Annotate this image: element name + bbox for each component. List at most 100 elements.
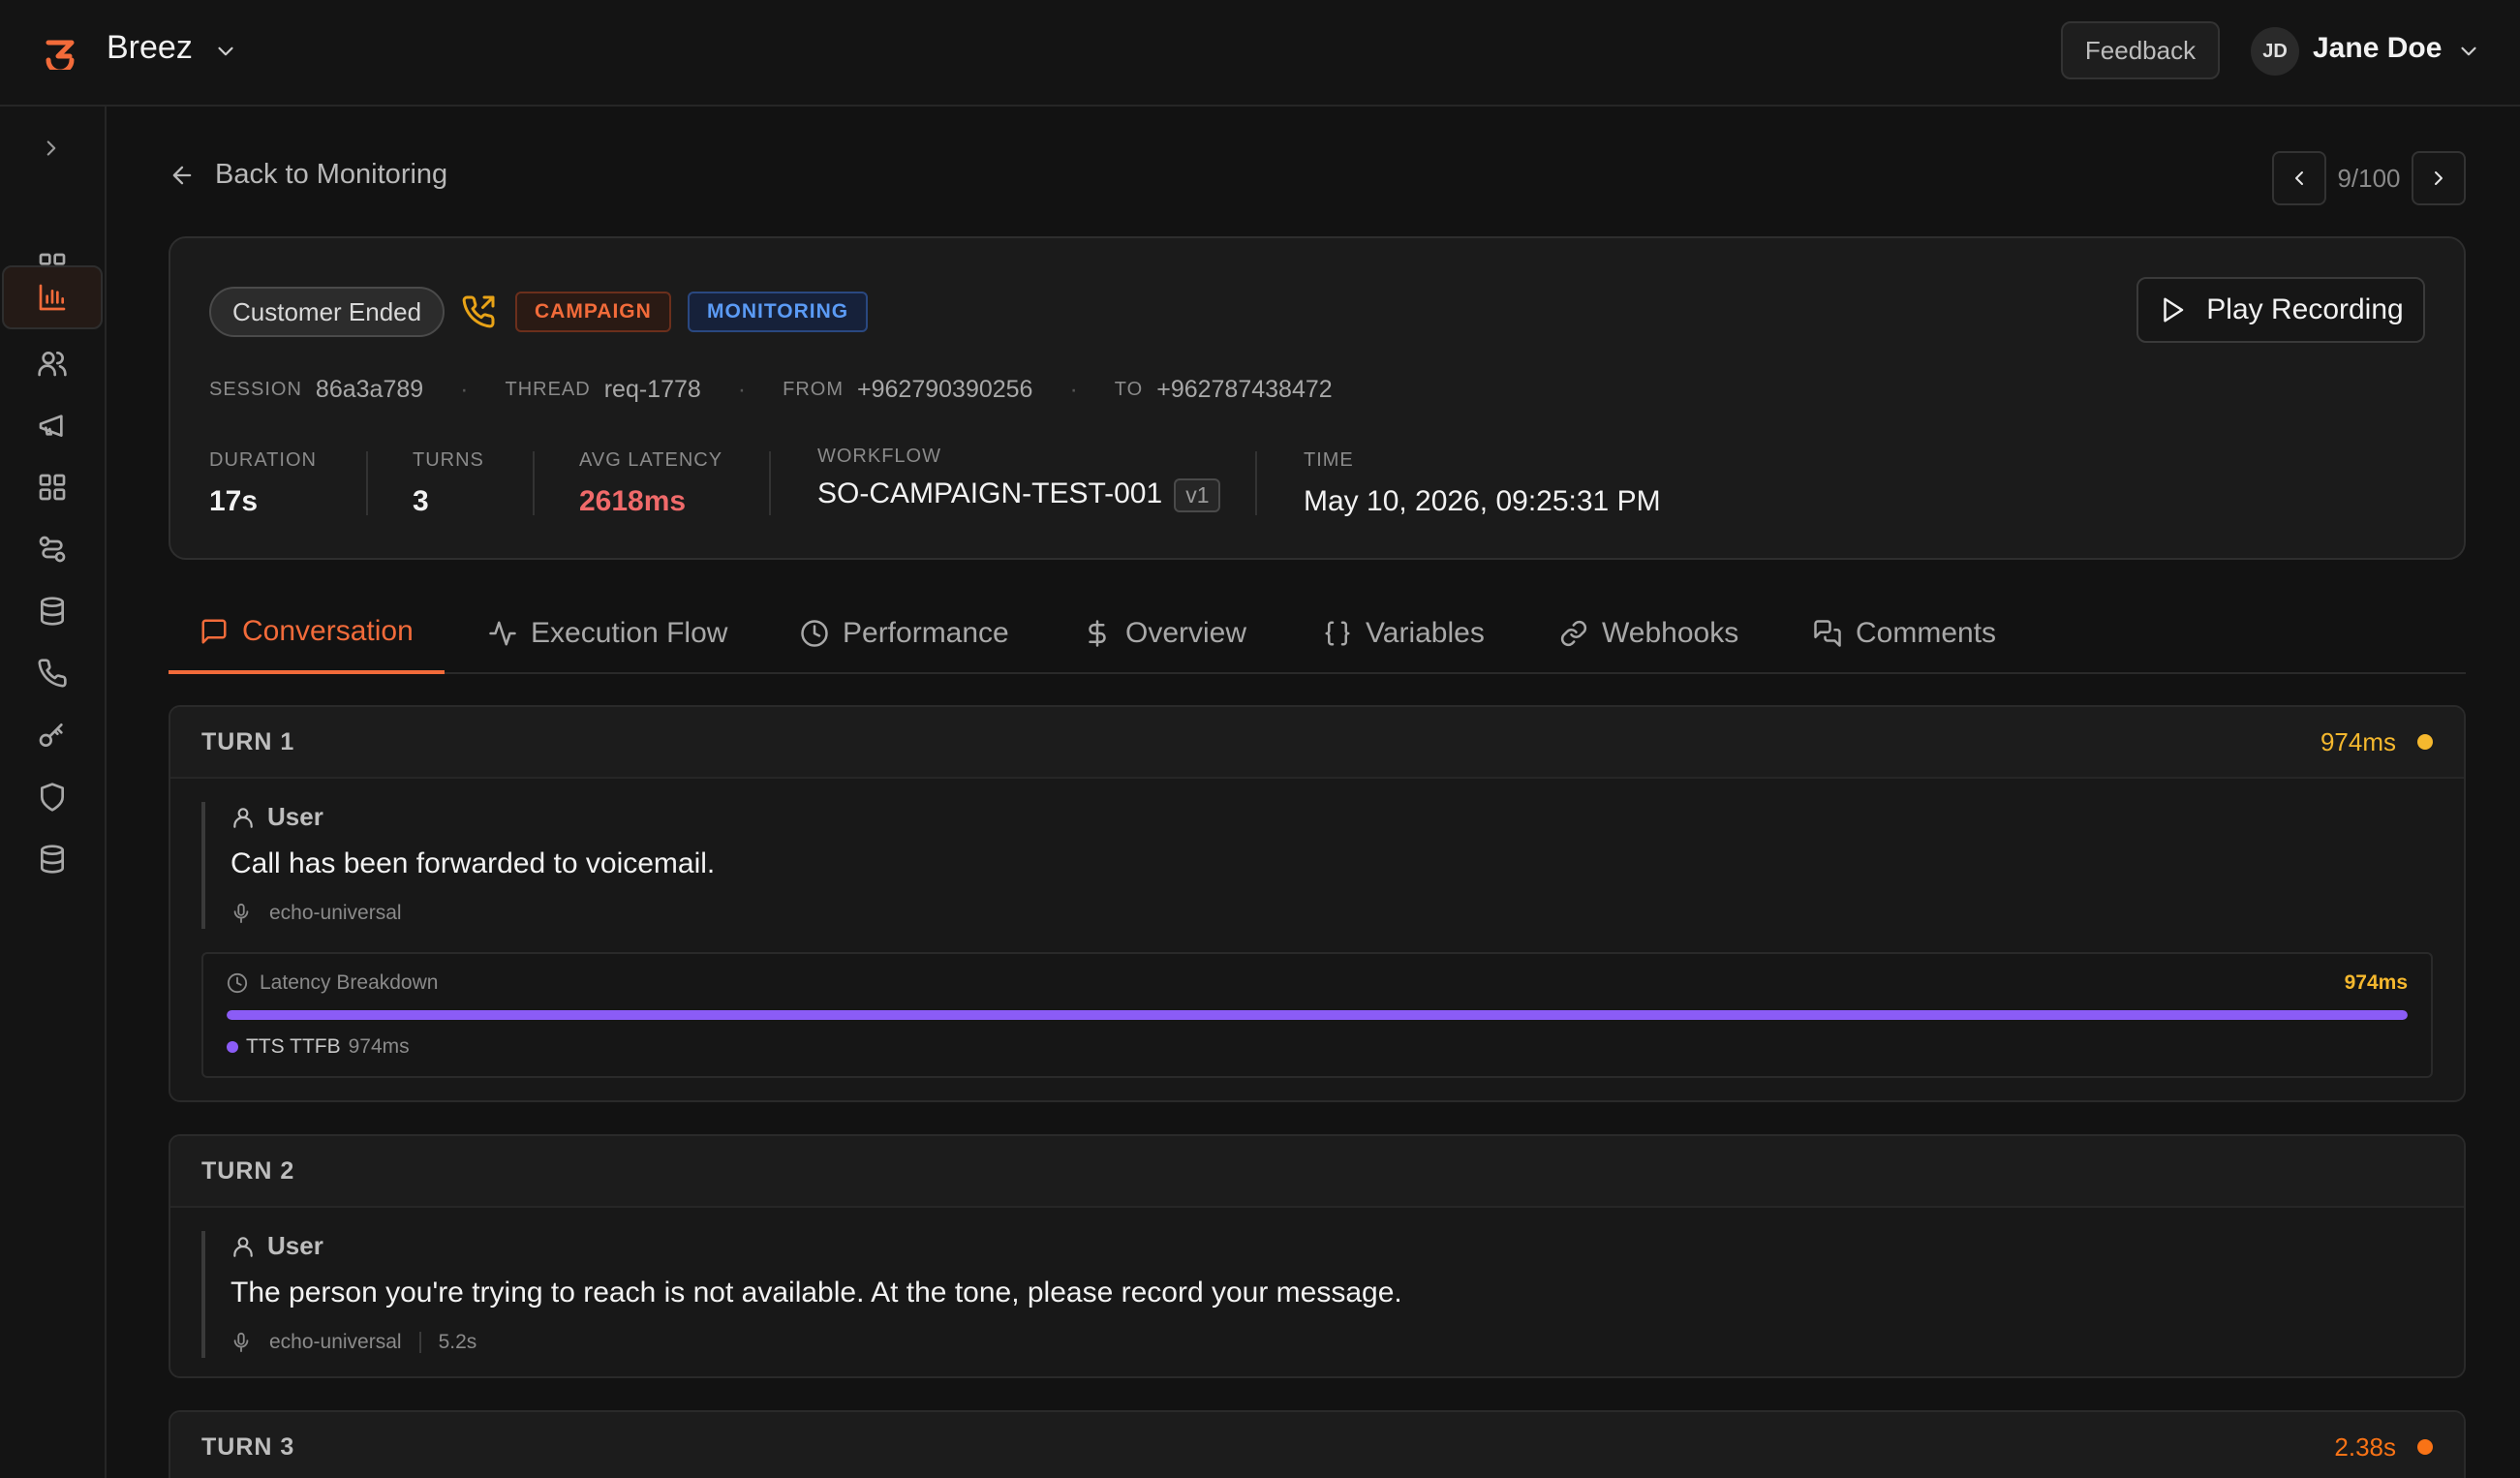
stat-divider <box>1255 451 1257 515</box>
turn-latency: 2.38s <box>2334 1432 2433 1463</box>
message-text: The person you're trying to reach is not… <box>230 1277 1402 1309</box>
message-meta: echo-universal 5.2s <box>230 1331 2464 1358</box>
legend-name: TTS TTFB <box>246 1035 341 1058</box>
previous-button[interactable] <box>2272 151 2326 205</box>
session-ids-row: SESSION 86a3a789 · THREAD req-1778 · FRO… <box>209 376 1333 404</box>
message-icon <box>201 619 227 644</box>
users-icon <box>38 352 67 377</box>
session-id[interactable]: 86a3a789 <box>316 376 423 404</box>
workflow-name[interactable]: SO-CAMPAIGN-TEST-001 <box>817 477 1162 509</box>
sidebar-item-security[interactable] <box>2 765 103 829</box>
tab-overview[interactable]: Overview <box>1083 593 1246 674</box>
from-key: FROM <box>783 379 845 400</box>
turn-header[interactable]: TURN 2 <box>170 1136 2464 1208</box>
chevron-down-icon[interactable] <box>213 39 238 64</box>
tab-performance[interactable]: Performance <box>800 593 1009 674</box>
turn-latency-value: 974ms <box>2320 726 2396 756</box>
sidebar-item-users[interactable] <box>2 331 103 395</box>
tab-label: Variables <box>1366 617 1485 649</box>
message-block: User The person you're trying to reach i… <box>201 1231 2464 1358</box>
latency-bar <box>227 1010 2408 1020</box>
latency-breakdown-total: 974ms <box>2344 971 2408 994</box>
expand-sidebar-icon[interactable] <box>39 136 64 161</box>
campaign-tag: CAMPAIGN <box>515 292 671 332</box>
sidebar-item-campaigns[interactable] <box>2 393 103 457</box>
turn-title: TURN 1 <box>201 727 295 755</box>
avg-latency-value: 2618ms <box>579 485 687 517</box>
next-button[interactable] <box>2412 151 2466 205</box>
outgoing-call-icon <box>461 294 496 329</box>
dollar-icon <box>1089 620 1106 647</box>
tab-comments[interactable]: Comments <box>1813 593 1996 674</box>
monitoring-tag: MONITORING <box>688 292 869 332</box>
to-number[interactable]: +962787438472 <box>1156 376 1332 404</box>
message-duration: 5.2s <box>438 1331 477 1353</box>
message-role: User <box>230 1231 2464 1261</box>
workflow-label: WORKFLOW <box>817 446 941 467</box>
pager: 9/100 <box>2272 151 2466 205</box>
user-icon <box>233 1236 253 1257</box>
braces-icon <box>1325 621 1350 646</box>
avatar[interactable]: JD <box>2251 27 2299 76</box>
link-icon <box>1560 620 1587 647</box>
sidebar-item-analytics[interactable] <box>2 265 103 329</box>
thread-key: THREAD <box>505 379 591 400</box>
top-bar: Breez Feedback JD Jane Doe <box>0 0 2520 107</box>
workspace-name[interactable]: Breez <box>107 29 193 67</box>
legend-value: 974ms <box>348 1035 410 1058</box>
sidebar-item-api-keys[interactable] <box>2 703 103 767</box>
tab-execution-flow[interactable]: Execution Flow <box>488 593 727 674</box>
tab-label: Comments <box>1856 617 1997 649</box>
tab-webhooks[interactable]: Webhooks <box>1559 593 1738 674</box>
role-label: User <box>267 1231 323 1260</box>
avg-latency-label: AVG LATENCY <box>579 449 723 471</box>
turns-stat: TURNS 3 <box>413 449 484 518</box>
turn-header[interactable]: TURN 1 974ms <box>170 707 2464 779</box>
turn-header[interactable]: TURN 3 2.38s <box>170 1412 2464 1478</box>
apps-icon <box>39 474 66 501</box>
duration-label: DURATION <box>209 449 317 471</box>
user-icon <box>233 807 253 828</box>
activity-icon <box>489 621 516 646</box>
detail-tabs: Conversation Execution Flow Performance … <box>169 593 2466 674</box>
tab-variables[interactable]: Variables <box>1323 593 1485 674</box>
play-recording-button[interactable]: Play Recording <box>2136 277 2425 343</box>
chevron-down-icon[interactable] <box>2456 39 2481 64</box>
latency-breakdown-label: Latency Breakdown <box>260 971 439 994</box>
tab-label: Conversation <box>242 615 414 647</box>
latency-status-dot <box>2417 734 2433 750</box>
back-link-label: Back to Monitoring <box>215 159 448 190</box>
shield-icon <box>41 783 64 812</box>
sidebar-item-phone-numbers[interactable] <box>2 641 103 705</box>
tab-conversation[interactable]: Conversation <box>169 593 445 674</box>
from-number[interactable]: +962790390256 <box>857 376 1032 404</box>
thread-id[interactable]: req-1778 <box>604 376 701 404</box>
play-recording-label: Play Recording <box>2206 293 2404 325</box>
breez-logo-icon[interactable] <box>43 35 77 70</box>
tab-label: Execution Flow <box>531 617 728 649</box>
session-key: SESSION <box>209 379 302 400</box>
message-block: User Call has been forwarded to voicemai… <box>201 802 2464 929</box>
clock-icon <box>801 620 828 647</box>
user-name[interactable]: Jane Doe <box>2313 32 2442 65</box>
comments-icon <box>1814 620 1841 647</box>
sidebar-item-storage[interactable] <box>2 827 103 891</box>
sidebar-item-database[interactable] <box>2 579 103 643</box>
sidebar-item-apps[interactable] <box>2 455 103 519</box>
chevron-left-icon <box>2295 171 2303 185</box>
tab-label: Overview <box>1125 617 1247 649</box>
key-icon <box>39 724 63 747</box>
back-to-monitoring-link[interactable]: Back to Monitoring <box>169 159 447 191</box>
workflow-stat: WORKFLOW SO-CAMPAIGN-TEST-001 v1 <box>817 446 1221 512</box>
separator-dot: · <box>460 376 469 403</box>
separator-dot: · <box>1069 376 1078 403</box>
time-stat: TIME May 10, 2026, 09:25:31 PM <box>1304 449 1661 518</box>
latency-breakdown-title: Latency Breakdown <box>227 971 438 995</box>
sidebar-item-workflows[interactable] <box>2 517 103 581</box>
separator-dot: · <box>737 376 747 403</box>
turn-title: TURN 3 <box>201 1432 295 1461</box>
feedback-button[interactable]: Feedback <box>2061 21 2220 79</box>
legend-dot <box>227 1041 238 1053</box>
tab-label: Performance <box>843 617 1009 649</box>
stat-divider <box>533 451 535 515</box>
